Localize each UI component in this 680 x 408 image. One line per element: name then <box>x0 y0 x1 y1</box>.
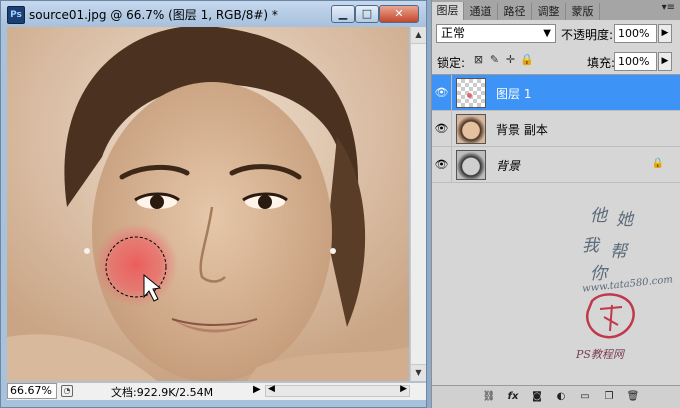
fill-label: 填充: <box>587 56 616 70</box>
zoom-field[interactable]: 66.67% <box>7 383 57 399</box>
blush-brush-area <box>94 223 178 307</box>
layer-thumbnail <box>456 78 486 108</box>
watermark-char: 你 <box>590 264 607 284</box>
opacity-arrow-icon[interactable]: ▶ <box>658 24 672 43</box>
layer-row[interactable]: 👁 背景 副本 <box>432 111 680 147</box>
watermark-char: 她 <box>616 210 633 230</box>
eye-icon[interactable]: 👁 <box>432 147 452 182</box>
layer-name: 图层 1 <box>496 87 532 101</box>
close-button[interactable]: ✕ <box>379 5 419 23</box>
lock-brush-icon[interactable]: ✎ <box>488 53 501 66</box>
lock-label: 锁定: <box>437 56 466 70</box>
tab-masks[interactable]: 蒙版 <box>566 3 600 20</box>
opacity-field[interactable]: 100% <box>614 24 657 43</box>
watermark-char: 帮 <box>610 242 627 262</box>
photoshop-icon: Ps <box>7 6 25 24</box>
watermark-brand: PS教程网 <box>576 348 624 361</box>
horizontal-scrollbar[interactable]: ◀ ▶ <box>265 384 410 397</box>
chevron-down-icon: ▼ <box>543 28 551 39</box>
layers-bottom-toolbar: ⛓ fx ◙ ◐ ▭ ❐ 🗑 <box>432 385 680 408</box>
layer-list: 👁 图层 1 👁 背景 副本 👁 背景 🔒 他 她 我 帮 你 www.tata… <box>432 74 680 384</box>
maximize-button[interactable]: □ <box>355 5 379 23</box>
tab-layers[interactable]: 图层 <box>432 2 464 20</box>
fx-icon[interactable]: fx <box>506 390 520 404</box>
document-info: 文档:922.9K/2.54M <box>111 386 214 399</box>
opacity-label: 不透明度: <box>561 28 614 42</box>
scroll-down-icon[interactable]: ▼ <box>411 364 426 381</box>
eye-icon[interactable]: 👁 <box>432 75 452 110</box>
tab-channels[interactable]: 通道 <box>464 3 498 20</box>
layer-name: 背景 <box>496 159 521 173</box>
watermark: 他 她 我 帮 你 www.tata580.com PS教程网 <box>572 201 673 371</box>
document-title: source01.jpg @ 66.7% (图层 1, RGB/8#) * <box>29 8 278 22</box>
portrait-image <box>7 27 409 381</box>
scroll-up-icon[interactable]: ▲ <box>411 27 426 44</box>
watermark-char: 我 <box>582 236 599 256</box>
lock-all-icon[interactable]: 🔒 <box>520 53 534 66</box>
image-canvas[interactable] <box>7 27 409 381</box>
blend-mode-select[interactable]: 正常 ▼ <box>436 24 556 43</box>
layer-row[interactable]: 👁 图层 1 <box>432 75 680 111</box>
delete-layer-icon[interactable]: 🗑 <box>626 390 640 404</box>
new-group-icon[interactable]: ▭ <box>578 390 592 404</box>
blend-mode-value: 正常 <box>441 26 466 40</box>
lock-move-icon[interactable]: ✛ <box>504 53 517 66</box>
layer-thumbnail <box>456 114 486 144</box>
layer-row[interactable]: 👁 背景 🔒 <box>432 147 680 183</box>
fill-field[interactable]: 100% <box>614 52 657 71</box>
status-bar: 66.67% ◔ 文档:922.9K/2.54M ▶ ◀ ▶ <box>7 382 426 400</box>
eye-icon[interactable]: 👁 <box>432 111 452 146</box>
scroll-right-icon[interactable]: ▶ <box>400 384 407 394</box>
layer-thumbnail <box>456 150 486 180</box>
document-window: Ps source01.jpg @ 66.7% (图层 1, RGB/8#) *… <box>0 0 427 408</box>
layer-name: 背景 副本 <box>496 123 548 137</box>
panel-menu-icon[interactable]: ▾≡ <box>662 2 675 13</box>
minimize-button[interactable]: ▁ <box>331 5 355 23</box>
new-layer-icon[interactable]: ❐ <box>602 390 616 404</box>
layers-panel: 图层 通道 路径 调整 蒙版 ▾≡ 正常 ▼ 不透明度: 100% ▶ 锁定: … <box>431 0 680 408</box>
adjustment-layer-icon[interactable]: ◐ <box>554 390 568 404</box>
fill-arrow-icon[interactable]: ▶ <box>658 52 672 71</box>
document-titlebar[interactable]: Ps source01.jpg @ 66.7% (图层 1, RGB/8#) *… <box>1 1 426 27</box>
link-layers-icon[interactable]: ⛓ <box>482 390 496 404</box>
seal-stamp <box>585 293 635 339</box>
status-info-icon[interactable]: ◔ <box>61 385 73 397</box>
lock-icon: 🔒 <box>651 158 664 169</box>
lock-transparency-icon[interactable]: ⊠ <box>472 53 485 66</box>
vertical-scrollbar[interactable]: ▲ ▼ <box>410 27 426 381</box>
status-menu-arrow-icon[interactable]: ▶ <box>253 384 261 395</box>
watermark-char: 他 <box>590 206 607 226</box>
tab-adjustments[interactable]: 调整 <box>532 3 566 20</box>
tab-paths[interactable]: 路径 <box>498 3 532 20</box>
panel-tabs: 图层 通道 路径 调整 蒙版 ▾≡ <box>432 0 680 20</box>
scroll-left-icon[interactable]: ◀ <box>268 384 275 394</box>
add-mask-icon[interactable]: ◙ <box>530 390 544 404</box>
